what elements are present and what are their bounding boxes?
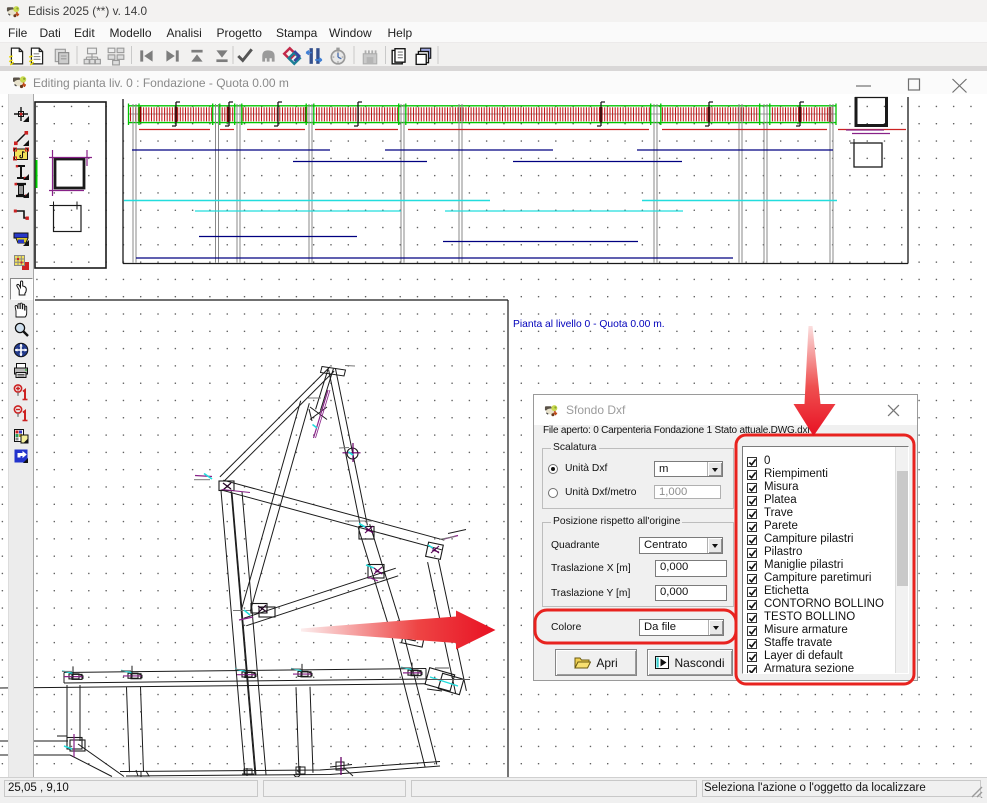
svg-text:Pianta al livello 0 - Quota 0.: Pianta al livello 0 - Quota 0.00 m. — [513, 319, 665, 330]
